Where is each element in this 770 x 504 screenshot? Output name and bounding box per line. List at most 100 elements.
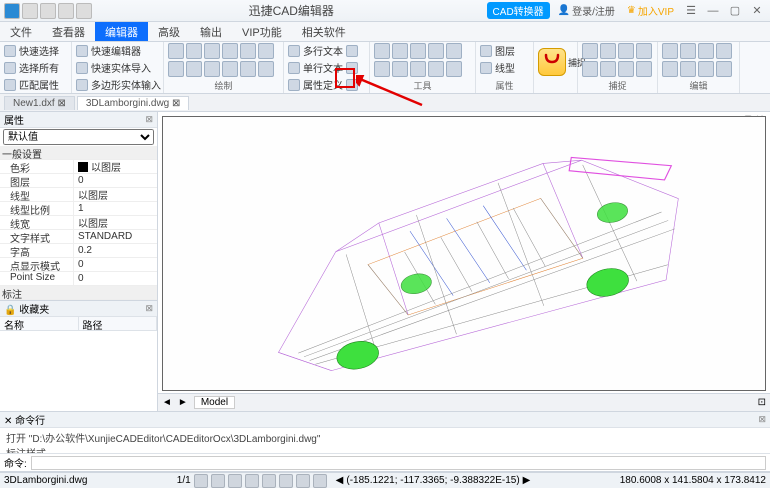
dtext-button[interactable]: 单行文本 — [288, 60, 358, 75]
attdef-button[interactable]: 属性定义 — [288, 77, 358, 92]
command-close-icon[interactable]: ⊠ — [758, 414, 766, 425]
layer-button[interactable]: 图层 — [480, 43, 515, 58]
edit-join-icon[interactable] — [698, 43, 714, 59]
viewport[interactable] — [162, 116, 766, 391]
draw-block-icon[interactable] — [240, 61, 256, 77]
osnap-nod-icon[interactable] — [636, 43, 652, 59]
vip-button[interactable]: ♛加入VIP — [623, 3, 678, 18]
textstyle-icon[interactable] — [346, 62, 358, 74]
prop-row[interactable]: 点显示模式0 — [0, 258, 157, 272]
minimize-button[interactable]: — — [704, 5, 722, 17]
prop-row[interactable]: 图层0 — [0, 174, 157, 188]
osnap-int-icon[interactable] — [600, 61, 616, 77]
ribbon-tab-1[interactable]: 查看器 — [42, 22, 95, 41]
prop-row[interactable]: 色彩以图层 — [0, 160, 157, 174]
cad-converter-button[interactable]: CAD转换器 — [487, 2, 550, 19]
edit-break-icon[interactable] — [680, 43, 696, 59]
favorites-list[interactable] — [0, 331, 157, 411]
dimstyle-icon[interactable] — [346, 79, 358, 91]
tool-fillet-icon[interactable] — [428, 61, 444, 77]
property-grid[interactable]: 一般设置 色彩以图层图层0线型以图层线型比例1线宽以图层文字样式STANDARD… — [0, 146, 157, 300]
ribbon-tab-5[interactable]: VIP功能 — [232, 22, 292, 41]
select-all-button[interactable]: 选择所有 — [4, 60, 59, 75]
favorites-col-path[interactable]: 路径 — [79, 317, 158, 330]
maximize-button[interactable]: ▢ — [726, 4, 744, 17]
osnap-mid-icon[interactable] — [600, 43, 616, 59]
draw-hatch-icon[interactable] — [222, 43, 238, 59]
osnap-qua-icon[interactable] — [582, 61, 598, 77]
osnap-per-icon[interactable] — [618, 61, 634, 77]
ribbon-tab-6[interactable]: 相关软件 — [292, 22, 356, 41]
qat-open-icon[interactable] — [40, 3, 56, 19]
edit-extend-icon[interactable] — [698, 61, 714, 77]
tool-copy-icon[interactable] — [374, 61, 390, 77]
edit-stretch-icon[interactable] — [716, 61, 732, 77]
tool-scale-icon[interactable] — [410, 43, 426, 59]
props-panel-close-icon[interactable]: ⊠ — [145, 114, 153, 125]
draw-ellipse-icon[interactable] — [186, 61, 202, 77]
match-props-button[interactable]: 匹配属性 — [4, 77, 59, 92]
quick-editor-button[interactable]: 快速编辑器 — [76, 43, 141, 58]
ribbon-tab-0[interactable]: 文件 — [0, 22, 42, 41]
draw-polyline-icon[interactable] — [186, 43, 202, 59]
search-text-icon[interactable] — [346, 45, 358, 57]
qat-save-icon[interactable] — [58, 3, 74, 19]
prop-row[interactable]: 字高0.2 — [0, 244, 157, 258]
mtext-button[interactable]: 多行文本 — [288, 43, 358, 58]
viewport-scroll-icon[interactable]: ⊡ — [758, 397, 766, 408]
edit-redo-icon[interactable] — [680, 61, 696, 77]
draw-polygon-icon[interactable] — [240, 43, 256, 59]
osnap-end-icon[interactable] — [582, 43, 598, 59]
status-model-icon[interactable] — [313, 474, 327, 488]
app-menu-button[interactable] — [4, 3, 20, 19]
qat-print-icon[interactable] — [76, 3, 92, 19]
prop-row[interactable]: 线宽以图层 — [0, 216, 157, 230]
edit-undo-icon[interactable] — [662, 61, 678, 77]
draw-arc-icon[interactable] — [168, 61, 184, 77]
favorites-col-name[interactable]: 名称 — [0, 317, 79, 330]
tool-rotate-icon[interactable] — [392, 43, 408, 59]
status-osnap-icon[interactable] — [262, 474, 276, 488]
tool-move-icon[interactable] — [374, 43, 390, 59]
quick-entity-import-button[interactable]: 快速实体导入 — [76, 60, 151, 75]
prop-row[interactable]: 线型以图层 — [0, 188, 157, 202]
login-button[interactable]: 👤登录/注册 — [554, 3, 619, 18]
status-polar-icon[interactable] — [245, 474, 259, 488]
prop-row[interactable]: Point Size0 — [0, 272, 157, 286]
edit-erase-icon[interactable] — [716, 43, 732, 59]
tool-array-icon[interactable] — [392, 61, 408, 77]
ribbon-tab-4[interactable]: 输出 — [190, 22, 232, 41]
props-selector[interactable]: 默认值 — [3, 129, 154, 145]
qat-new-icon[interactable] — [22, 3, 38, 19]
model-prev-button[interactable]: ◄ — [162, 397, 172, 408]
window-options-button[interactable]: ☰ — [682, 4, 700, 17]
tool-trim-icon[interactable] — [410, 61, 426, 77]
favorites-close-icon[interactable]: ⊠ — [145, 303, 153, 314]
prop-row[interactable]: 线型比例1 — [0, 202, 157, 216]
ribbon-tab-3[interactable]: 高级 — [148, 22, 190, 41]
status-snap-icon[interactable] — [194, 474, 208, 488]
tool-chamfer-icon[interactable] — [446, 61, 462, 77]
draw-spline-icon[interactable] — [204, 61, 220, 77]
polygon-entity-button[interactable]: 多边形实体输入 — [76, 77, 161, 92]
osnap-cen-icon[interactable] — [618, 43, 634, 59]
draw-cloud-icon[interactable] — [258, 61, 274, 77]
draw-rect-icon[interactable] — [204, 43, 220, 59]
draw-circle-icon[interactable] — [258, 43, 274, 59]
tool-offset-icon[interactable] — [446, 43, 462, 59]
status-otrack-icon[interactable] — [279, 474, 293, 488]
draw-point-icon[interactable] — [222, 61, 238, 77]
close-button[interactable]: ✕ — [748, 4, 766, 17]
draw-line-icon[interactable] — [168, 43, 184, 59]
model-tab[interactable]: Model — [194, 396, 235, 409]
prop-row[interactable]: 文字样式STANDARD — [0, 230, 157, 244]
snap-big-button[interactable] — [538, 48, 566, 76]
command-input[interactable] — [31, 456, 766, 470]
osnap-tan-icon[interactable] — [636, 61, 652, 77]
edit-explode-icon[interactable] — [662, 43, 678, 59]
tool-mirror-icon[interactable] — [428, 43, 444, 59]
linetype-button[interactable]: 线型 — [480, 60, 515, 75]
model-next-button[interactable]: ► — [178, 397, 188, 408]
status-ortho-icon[interactable] — [228, 474, 242, 488]
ribbon-tab-2[interactable]: 编辑器 — [95, 22, 148, 41]
